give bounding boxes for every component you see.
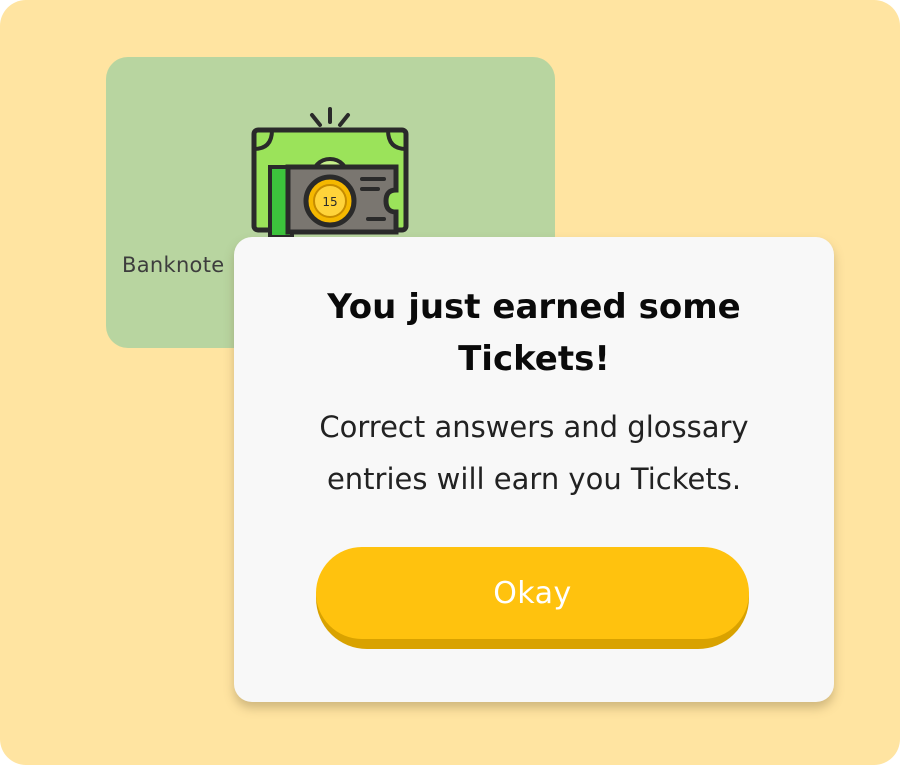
banknote-ticket-icon: 15 <box>250 107 410 239</box>
modal-body-text: Correct answers and glossary entries wil… <box>319 410 749 496</box>
app-screen: 15 Banknote You just earned some Tickets… <box>0 0 900 765</box>
okay-button[interactable]: Okay <box>316 547 749 649</box>
tickets-earned-modal: You just earned some Tickets! Correct an… <box>234 237 834 702</box>
ticket-number: 15 <box>322 195 337 209</box>
card-caption: Banknote <box>122 253 225 277</box>
okay-button-label: Okay <box>316 547 749 639</box>
modal-title: You just earned some Tickets! <box>327 287 741 379</box>
